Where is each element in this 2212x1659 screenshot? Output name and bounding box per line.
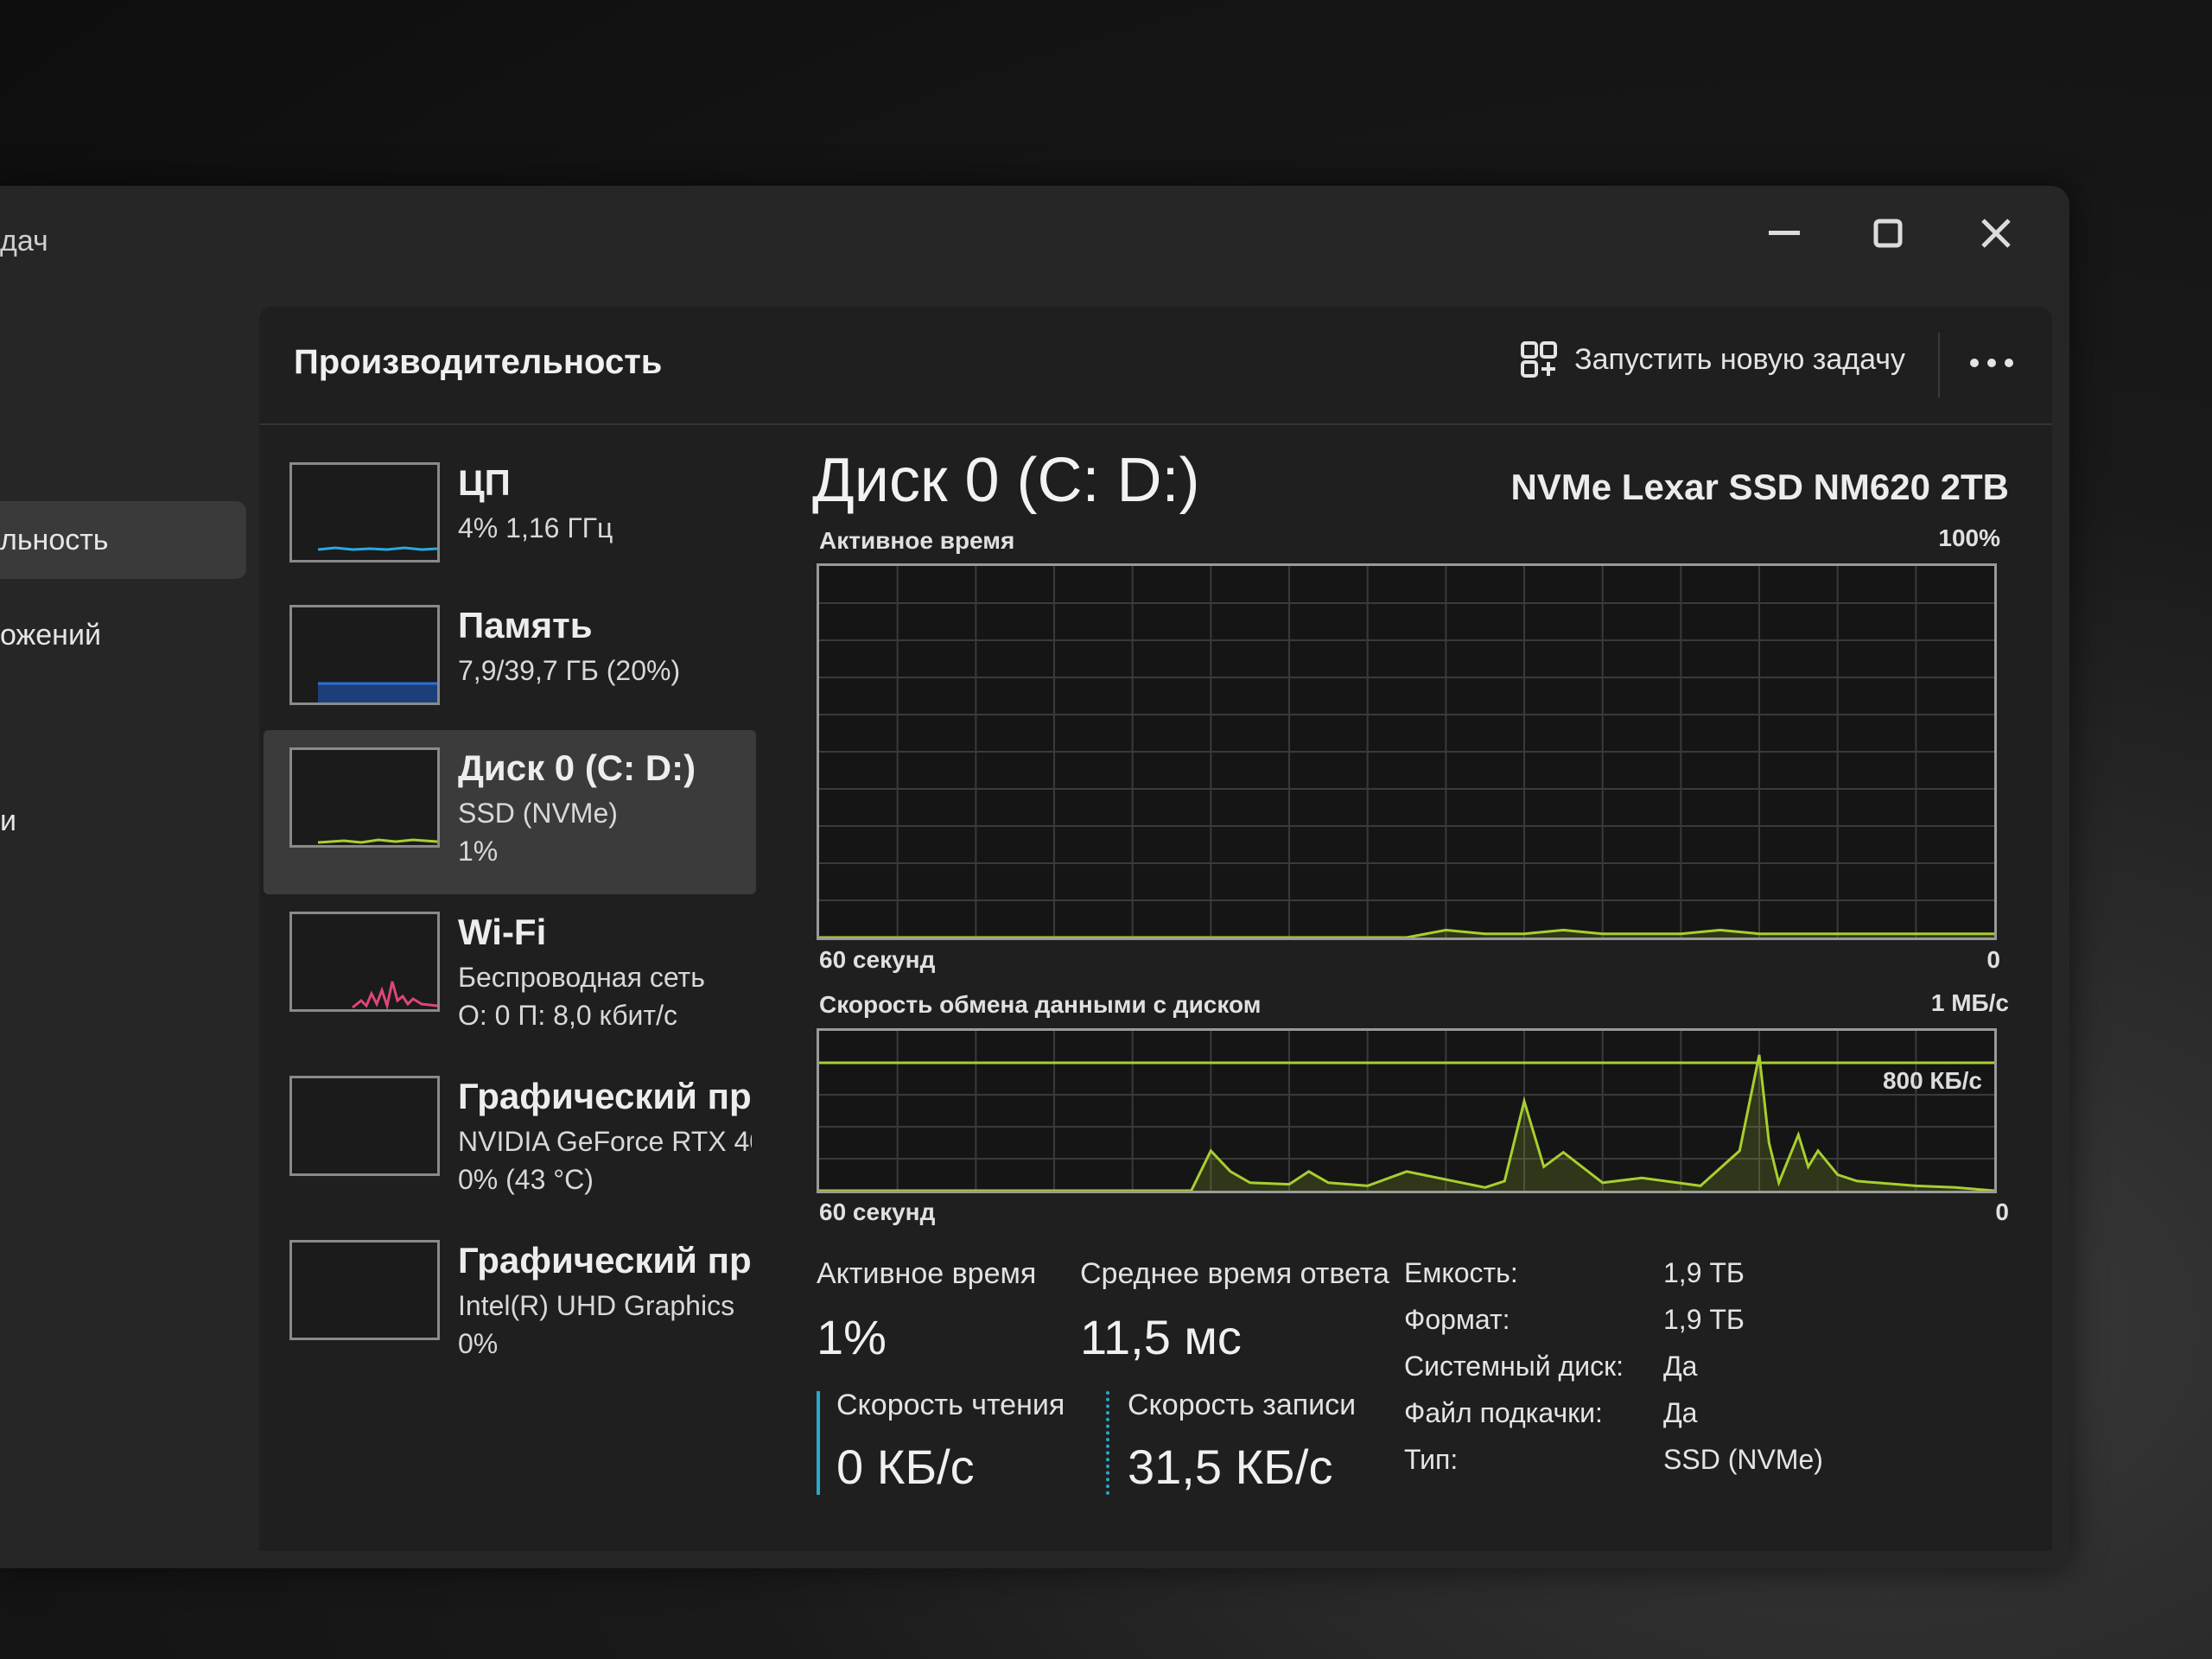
close-icon [1981,219,2011,248]
perf-item-name: Wi-Fi [458,912,547,952]
cpu-thumbnail [289,462,440,563]
maximize-button[interactable] [1849,203,1927,264]
page-header: Производительность Запустить новую задач… [259,307,2052,425]
prop-value-type: SSD (NVMe) [1663,1444,1823,1475]
more-icon [1970,359,2013,367]
transfer-chart-min: 0 [1995,1198,2009,1225]
minimize-icon [1769,231,1800,235]
nav-item-app-history[interactable]: ожений [0,596,246,674]
avg-response-label: Среднее время ответа [1080,1257,1389,1290]
gpu-intel-thumbnail [289,1240,440,1340]
perf-item-speed: О: 0 П: 8,0 кбит/с [458,1000,677,1031]
transfer-chart-time: 60 секунд [819,1198,936,1225]
perf-item-detail: Intel(R) UHD Graphics [458,1290,735,1321]
active-chart-label: Активное время [819,527,1015,554]
page-title: Производительность [294,343,663,381]
performance-sidebar: ЦП 4% 1,16 ГГц Память 7,9/39,7 ГБ (20%) … [259,445,760,1551]
disk-thumbnail [289,747,440,848]
active-time-chart [817,563,1997,940]
active-chart-max: 100% [1938,524,2000,551]
perf-item-memory[interactable]: Память 7,9/39,7 ГБ (20%) [264,588,756,752]
perf-item-detail: Беспроводная сеть [458,962,705,993]
nav-rail: льность ожений и [0,307,259,1568]
prop-value-capacity: 1,9 ТБ [1663,1257,1745,1288]
header-separator [1938,333,1940,397]
perf-item-gpu-nvidia[interactable]: Графический про NVIDIA GeForce RTX 40 0%… [264,1058,756,1223]
perf-item-name: Графический про [458,1240,752,1281]
nav-item-label: и [0,804,16,837]
active-time-label: Активное время [817,1257,1037,1290]
perf-item-usage: 1% [458,836,499,867]
transfer-rate-chart: 800 КБ/с [817,1028,1997,1193]
perf-item-detail: 7,9/39,7 ГБ (20%) [458,655,681,686]
perf-item-disk[interactable]: Диск 0 (C: D:) SSD (NVMe) 1% [264,730,756,894]
perf-item-detail: NVIDIA GeForce RTX 40 [458,1126,752,1157]
perf-item-detail: SSD (NVMe) [458,798,618,829]
prop-key-page-file: Файл подкачки: [1404,1397,1603,1428]
perf-item-name: Диск 0 (C: D:) [458,747,696,788]
transfer-chart-label: Скорость обмена данными с диском [819,991,1262,1018]
nav-item-label: ожений [0,618,101,652]
active-time-plot [819,566,1994,938]
active-chart-min: 0 [1986,946,2000,973]
transfer-chart-max: 1 МБ/с [1930,989,2009,1016]
maximize-icon [1873,219,1903,248]
prop-key-capacity: Емкость: [1404,1257,1518,1288]
perf-item-detail: 4% 1,16 ГГц [458,512,613,543]
read-speed-value: 0 КБ/с [836,1440,975,1494]
run-task-label: Запустить новую задачу [1574,342,1905,376]
active-time-value: 1% [817,1310,887,1364]
prop-key-type: Тип: [1404,1444,1459,1475]
memory-thumbnail [289,605,440,705]
content-pane: Производительность Запустить новую задач… [259,307,2052,1551]
prop-key-system-disk: Системный диск: [1404,1351,1624,1382]
perf-item-usage: 0% [458,1328,499,1359]
run-new-task-button[interactable]: Запустить новую задачу [1519,340,1905,379]
nav-item-performance[interactable]: льность [0,501,246,579]
prop-value-page-file: Да [1663,1397,1698,1428]
write-speed-value: 31,5 КБ/с [1128,1440,1333,1494]
write-speed-label: Скорость записи [1128,1389,1357,1421]
perf-item-name: ЦП [458,462,511,503]
disk-model: NVMe Lexar SSD NM620 2TB [1510,467,2009,507]
perf-item-gpu-intel[interactable]: Графический про Intel(R) UHD Graphics 0% [264,1223,756,1387]
run-task-icon [1521,341,1558,378]
nav-item-users[interactable]: и [0,782,246,860]
write-speed-indicator [1106,1391,1113,1495]
nav-item-label: льность [0,523,109,556]
app-title: дач [0,225,48,257]
transfer-rate-plot [819,1031,1994,1191]
perf-item-wifi[interactable]: Wi-Fi Беспроводная сеть О: 0 П: 8,0 кбит… [264,894,756,1058]
task-manager-window: дач льность ожений и Производительность [0,186,2069,1568]
transfer-chart-line-label: 800 КБ/с [1882,1067,1982,1094]
prop-value-system-disk: Да [1663,1351,1698,1382]
avg-response-value: 11,5 мс [1080,1310,1242,1364]
wifi-thumbnail [289,912,440,1012]
perf-item-usage: 0% (43 °C) [458,1164,594,1195]
minimize-button[interactable] [1745,203,1823,264]
gpu-nvidia-thumbnail [289,1076,440,1176]
disk-detail-panel: Диск 0 (C: D:) NVMe Lexar SSD NM620 2TB … [812,445,2026,1551]
close-button[interactable] [1957,203,2035,264]
more-options-button[interactable] [1957,337,2026,389]
perf-item-cpu[interactable]: ЦП 4% 1,16 ГГц [264,445,756,609]
detail-title: Диск 0 (C: D:) [812,446,1200,515]
prop-key-format: Формат: [1404,1304,1510,1335]
read-speed-indicator [817,1391,820,1495]
perf-item-name: Графический про [458,1076,752,1116]
prop-value-format: 1,9 ТБ [1663,1304,1745,1335]
read-speed-label: Скорость чтения [836,1389,1065,1421]
active-chart-time: 60 секунд [819,946,936,973]
perf-item-name: Память [458,605,593,645]
